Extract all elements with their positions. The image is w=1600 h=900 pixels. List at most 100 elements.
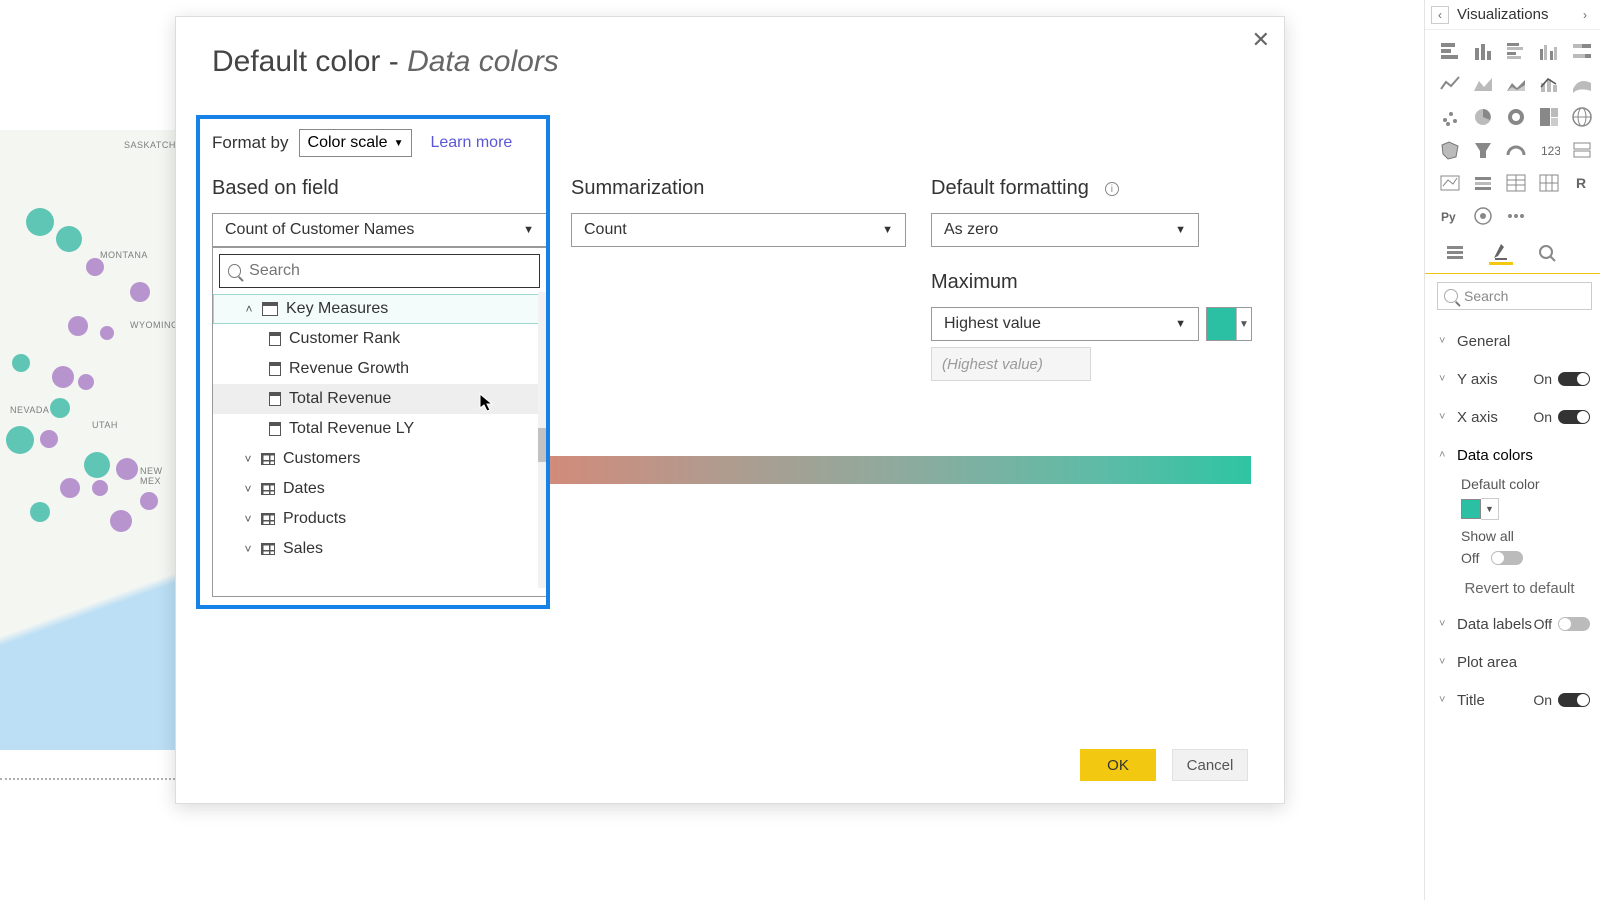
ribbon-chart-icon[interactable] [1569,71,1595,97]
chevron-up-icon: ˄ [1439,449,1451,461]
title-toggle[interactable] [1558,693,1590,707]
tree-item-total-revenue[interactable]: Total Revenue [213,384,546,414]
based-on-field-select[interactable]: Count of Customer Names▼ [212,213,547,247]
maximum-color-picker[interactable]: ▼ [1206,307,1252,341]
funnel-icon[interactable] [1470,137,1496,163]
show-all-toggle[interactable] [1491,551,1523,565]
info-icon[interactable]: i [1105,182,1119,196]
summarization-header: Summarization [571,177,704,200]
close-icon[interactable]: ✕ [1252,27,1270,53]
format-general[interactable]: ˅ General [1439,322,1600,360]
default-color-dialog: ✕ Default color - Data colors Format by … [175,16,1285,804]
visualization-type-grid: 123 R Py [1425,30,1600,235]
format-tab-icon[interactable] [1489,241,1513,265]
measure-icon [269,362,281,376]
summarization-select[interactable]: Count▼ [571,213,906,247]
format-y-axis[interactable]: ˅ Y axis On [1439,360,1600,398]
tree-table-products[interactable]: ˅ Products [213,504,546,534]
data-labels-toggle[interactable] [1558,617,1590,631]
clustered-bar-icon[interactable] [1503,38,1529,64]
x-axis-toggle[interactable] [1558,410,1590,424]
matrix-icon[interactable] [1536,170,1562,196]
chevron-down-icon: ˅ [1439,411,1451,423]
field-search[interactable] [219,254,540,288]
line-chart-icon[interactable] [1437,71,1463,97]
maximum-select[interactable]: Highest value▼ [931,307,1199,341]
dialog-title: Default color - Data colors [176,17,1284,97]
table-icon[interactable] [1503,170,1529,196]
tree-item-label: Total Revenue [289,390,391,408]
fields-tab-icon[interactable] [1443,241,1467,265]
more-visuals-icon[interactable] [1503,203,1529,229]
tree-folder-key-measures[interactable]: ˄ Key Measures [213,294,546,324]
measure-icon [269,332,281,346]
format-search[interactable]: Search [1437,282,1592,310]
chevron-down-icon: ˅ [1439,694,1451,706]
kpi-icon[interactable] [1437,170,1463,196]
chevron-down-icon: ▼ [523,224,534,236]
default-formatting-select[interactable]: As zero▼ [931,213,1199,247]
format-title[interactable]: ˅ Title On [1439,681,1600,719]
tree-scrollbar-thumb[interactable] [538,428,546,462]
slicer-icon[interactable] [1470,170,1496,196]
tree-item-revenue-growth[interactable]: Revenue Growth [213,354,546,384]
filled-map-icon[interactable] [1437,137,1463,163]
default-color-chip[interactable]: ▼ [1461,498,1600,520]
field-picker-panel: ˄ Key Measures Customer Rank Revenue Gro… [212,247,547,597]
chevron-down-icon: ˅ [1439,373,1451,385]
map-icon[interactable] [1569,104,1595,130]
table-icon [261,543,275,555]
tree-item-label: Revenue Growth [289,360,409,378]
scatter-chart-icon[interactable] [1437,104,1463,130]
revert-to-default-link[interactable]: Revert to default [1439,572,1600,605]
py-visual-icon[interactable]: Py [1437,203,1463,229]
format-by-row: Format by Color scale ▼ Learn more [212,129,512,157]
gauge-icon[interactable] [1503,137,1529,163]
donut-chart-icon[interactable] [1503,104,1529,130]
treemap-icon[interactable] [1536,104,1562,130]
chevron-down-icon: ˅ [243,452,253,466]
chevron-down-icon: ▼ [394,138,404,149]
tree-table-sales[interactable]: ˅ Sales [213,534,546,564]
table-icon [261,453,275,465]
pane-forward-button[interactable]: › [1576,6,1594,24]
field-search-input[interactable] [249,262,531,280]
map-bubble [130,282,150,302]
stacked-column-icon[interactable] [1470,38,1496,64]
svg-text:R: R [1576,175,1586,191]
line-column-icon[interactable] [1536,71,1562,97]
multi-card-icon[interactable] [1569,137,1595,163]
learn-more-link[interactable]: Learn more [430,134,512,152]
r-visual-icon[interactable]: R [1569,170,1595,196]
maximum-header: Maximum [931,271,1018,294]
format-properties-list: ˅ General ˅ Y axis On ˅ X axis On ˄ Data… [1425,318,1600,719]
format-x-axis[interactable]: ˅ X axis On [1439,398,1600,436]
clustered-column-icon[interactable] [1536,38,1562,64]
hundred-stacked-bar-icon[interactable] [1569,38,1595,64]
pane-back-button[interactable]: ‹ [1431,6,1449,24]
analytics-tab-icon[interactable] [1535,241,1559,265]
cancel-button[interactable]: Cancel [1172,749,1248,781]
stacked-bar-icon[interactable] [1437,38,1463,64]
ok-button[interactable]: OK [1080,749,1156,781]
y-axis-toggle[interactable] [1558,372,1590,386]
format-by-dropdown[interactable]: Color scale ▼ [299,129,413,157]
format-plot-area[interactable]: ˅ Plot area [1439,643,1600,681]
format-default-color-block: Default color ▼ [1439,474,1600,526]
pie-chart-icon[interactable] [1470,104,1496,130]
chevron-down-icon: ˅ [243,482,253,496]
tree-table-customers[interactable]: ˅ Customers [213,444,546,474]
card-icon[interactable]: 123 [1536,137,1562,163]
area-chart-icon[interactable] [1470,71,1496,97]
format-data-labels[interactable]: ˅ Data labels Off [1439,605,1600,643]
format-data-colors[interactable]: ˄ Data colors [1439,436,1600,474]
arcgis-icon[interactable] [1470,203,1496,229]
stacked-area-icon[interactable] [1503,71,1529,97]
tree-item-total-revenue-ly[interactable]: Total Revenue LY [213,414,546,444]
tree-table-dates[interactable]: ˅ Dates [213,474,546,504]
measure-icon [269,392,281,406]
svg-text:123: 123 [1541,144,1560,158]
tree-item-customer-rank[interactable]: Customer Rank [213,324,546,354]
pane-tabs [1425,235,1600,274]
tree-item-label: Sales [283,540,323,558]
